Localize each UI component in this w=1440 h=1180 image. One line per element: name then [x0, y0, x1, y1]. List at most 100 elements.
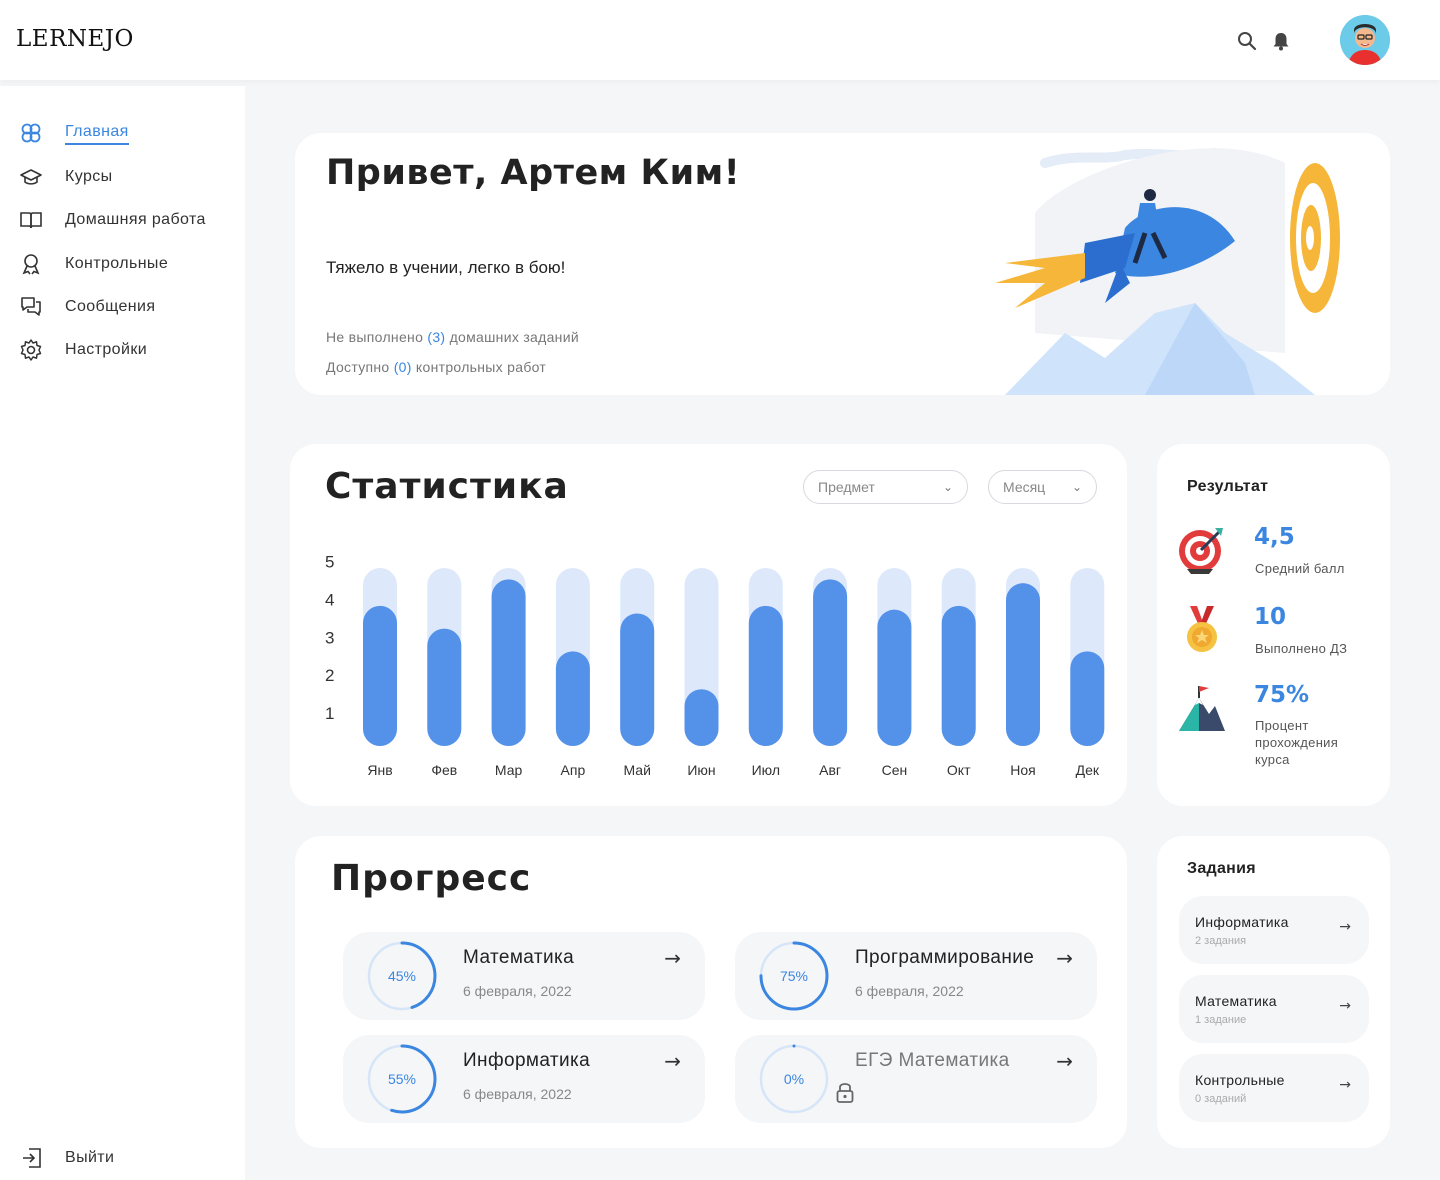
- task-count: 0 заданий: [1195, 1093, 1247, 1105]
- y-tick-label: 3: [325, 628, 334, 647]
- progress-item-programming[interactable]: 75% Программирование 6 февраля, 2022 →: [735, 932, 1097, 1020]
- course-date: 6 февраля, 2022: [855, 983, 964, 999]
- logout-icon: [23, 1148, 41, 1168]
- x-tick-label: Окт: [947, 762, 971, 778]
- sidebar-item-label: Сообщения: [65, 298, 156, 315]
- monthly-grades-chart: 5 4 3 2 1 Янв Фев Мар Апр Май Июн Июл Авг Сен Окт Ноя Де…: [325, 553, 1105, 778]
- bar-Сен[interactable]: [877, 609, 912, 746]
- hexagons-icon: [21, 123, 41, 143]
- x-tick-label: Мар: [495, 762, 523, 778]
- average-grade-value: 4,5: [1254, 524, 1295, 550]
- bar-Авг[interactable]: [813, 579, 848, 746]
- target-icon: [1179, 528, 1223, 574]
- y-tick-label: 5: [325, 553, 334, 572]
- task-item-informatics[interactable]: Информатика 2 задания →: [1179, 896, 1369, 964]
- arrow-right-icon: →: [664, 946, 681, 970]
- task-count: 1 задание: [1195, 1014, 1247, 1026]
- task-name: Информатика: [1195, 914, 1289, 930]
- average-grade-label: Средний балл: [1255, 561, 1345, 576]
- statistics-card: Статистика Предмет ⌄ Месяц ⌄ 5 4 3 2 1 Янв Фев…: [290, 444, 1127, 806]
- motto-text: Тяжело в учении, легко в бою!: [326, 258, 566, 277]
- arrow-right-icon: →: [1339, 919, 1351, 935]
- tests-count[interactable]: (0): [394, 359, 412, 375]
- arrow-right-icon: →: [1056, 946, 1073, 970]
- tasks-card: Задания Информатика 2 задания → Математи…: [1157, 836, 1390, 1148]
- x-tick-label: Июл: [752, 762, 780, 778]
- progress-item-ege-math[interactable]: 0% ЕГЭ Математика →: [735, 1035, 1097, 1123]
- arrow-right-icon: →: [664, 1049, 681, 1073]
- welcome-card: Привет, Артем Ким! Тяжело в учении, легк…: [295, 133, 1390, 395]
- homework-done-value: 10: [1254, 604, 1287, 630]
- y-tick-label: 4: [325, 590, 334, 609]
- gear-icon: [20, 339, 42, 361]
- bar-Июн[interactable]: [684, 689, 719, 746]
- logo[interactable]: LERNEJO: [16, 26, 134, 52]
- sidebar-item-tests[interactable]: Контрольные: [0, 246, 245, 282]
- progress-title: Прогресс: [331, 858, 532, 899]
- sidebar-item-home[interactable]: Главная: [0, 116, 245, 152]
- homework-count[interactable]: (3): [427, 329, 445, 345]
- progress-item-informatics[interactable]: 55% Информатика 6 февраля, 2022 →: [343, 1035, 705, 1123]
- course-date: 6 февраля, 2022: [463, 983, 572, 999]
- x-tick-label: Июн: [687, 762, 715, 778]
- tasks-title: Задания: [1187, 860, 1256, 877]
- search-icon[interactable]: [1236, 30, 1258, 52]
- bar-Май[interactable]: [620, 613, 655, 746]
- sidebar-item-label: Контрольные: [65, 255, 169, 272]
- sidebar-item-courses[interactable]: Курсы: [0, 159, 245, 195]
- greeting-title: Привет, Артем Ким!: [326, 153, 741, 193]
- result-title: Результат: [1187, 478, 1269, 495]
- medal-icon: [1187, 606, 1217, 652]
- bar-Окт[interactable]: [941, 605, 976, 746]
- x-tick-label: Дек: [1076, 762, 1100, 778]
- award-icon: [22, 254, 40, 275]
- arrow-right-icon: →: [1339, 998, 1351, 1014]
- x-tick-label: Фев: [431, 762, 457, 778]
- sidebar-item-homework[interactable]: Домашняя работа: [0, 202, 245, 238]
- arrow-right-icon: →: [1339, 1077, 1351, 1093]
- sidebar: Главная Курсы Домашняя работа Контрольны…: [0, 86, 245, 1180]
- progress-card: Прогресс 45% Математика 6 февраля, 2022 → 75…: [295, 836, 1127, 1148]
- sidebar-item-label: Главная: [65, 123, 129, 145]
- progress-percent: 75%: [779, 968, 809, 984]
- course-progress-value: 75%: [1254, 682, 1310, 708]
- sidebar-item-label: Курсы: [65, 168, 113, 185]
- bar-Дек[interactable]: [1070, 651, 1105, 746]
- top-bar: LERNEJO: [0, 0, 1440, 80]
- task-item-math[interactable]: Математика 1 задание →: [1179, 975, 1369, 1043]
- course-name: Математика: [463, 947, 575, 968]
- bar-Янв[interactable]: [363, 605, 397, 746]
- tests-status: Доступно (0) контрольных работ: [326, 359, 547, 375]
- logout-label: Выйти: [65, 1149, 115, 1166]
- homework-done-label: Выполнено ДЗ: [1255, 641, 1348, 656]
- sidebar-item-settings[interactable]: Настройки: [0, 332, 245, 368]
- task-count: 2 задания: [1195, 935, 1247, 947]
- x-tick-label: Сен: [882, 762, 908, 778]
- progress-item-math[interactable]: 45% Математика 6 февраля, 2022 →: [343, 932, 705, 1020]
- x-tick-label: Янв: [367, 762, 392, 778]
- bar-Апр[interactable]: [555, 651, 590, 746]
- bar-Июл[interactable]: [748, 605, 783, 746]
- course-name: Информатика: [463, 1050, 591, 1071]
- rocket-illustration: [995, 148, 1340, 395]
- progress-percent: 55%: [387, 1071, 417, 1087]
- bar-Фев[interactable]: [427, 628, 462, 746]
- logout-button[interactable]: Выйти: [0, 1140, 245, 1176]
- course-date: 6 февраля, 2022: [463, 1086, 572, 1102]
- course-name: Программирование: [855, 947, 1035, 968]
- sidebar-item-label: Домашняя работа: [65, 211, 206, 228]
- bell-icon[interactable]: [1270, 30, 1292, 52]
- x-tick-label: Май: [623, 762, 650, 778]
- book-icon: [20, 212, 42, 229]
- task-item-tests[interactable]: Контрольные 0 заданий →: [1179, 1054, 1369, 1122]
- sidebar-item-messages[interactable]: Сообщения: [0, 289, 245, 325]
- task-name: Математика: [1195, 993, 1277, 1009]
- homework-status: Не выполнено (3) домашних заданий: [326, 329, 579, 345]
- x-tick-label: Апр: [561, 762, 586, 778]
- mountain-flag-icon: [1179, 686, 1225, 731]
- chat-icon: [21, 297, 41, 316]
- user-avatar[interactable]: [1340, 15, 1390, 65]
- bar-Мар[interactable]: [491, 579, 526, 746]
- bar-Ноя[interactable]: [1006, 583, 1040, 746]
- arrow-right-icon: →: [1056, 1049, 1073, 1073]
